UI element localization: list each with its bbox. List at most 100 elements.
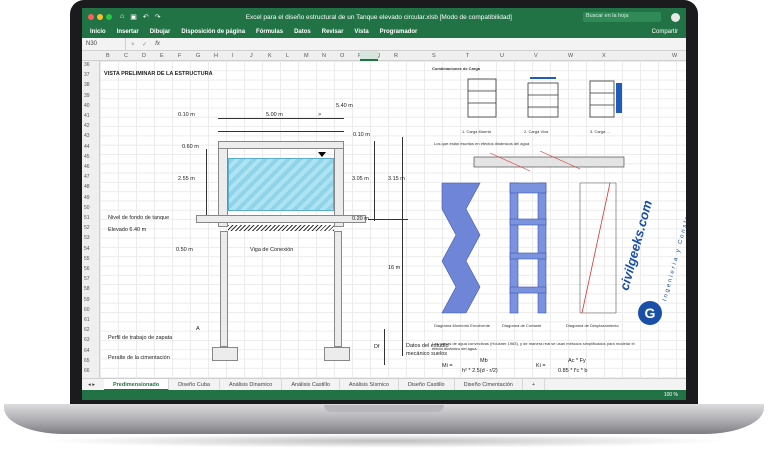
dim-top-right: 5.40 m [336,103,353,109]
row-header[interactable]: 58 [84,286,90,292]
row-header[interactable]: 40 [84,103,90,109]
row-header[interactable]: 56 [84,266,90,272]
search-input[interactable]: Buscar en la hoja [583,12,661,22]
row-header[interactable]: 63 [84,337,90,343]
col-header[interactable]: R [394,53,398,59]
footing-left [212,347,238,361]
dim-line-top [218,118,344,119]
col-header[interactable]: F [178,53,181,59]
sheet-tab-analisis-dinamico[interactable]: Análisis Dinamico [220,378,283,391]
col-header[interactable]: W [672,53,677,59]
col-header[interactable]: D [142,53,146,59]
case-2-label: 2. Carga Viva [524,129,549,134]
sheet-tabs: ◂ ▸ Predimensionado Diseño Cuba Análisis… [82,378,686,391]
col-header[interactable]: V [534,53,538,59]
col-header[interactable]: J [250,53,253,59]
col-header[interactable]: L [286,53,289,59]
col-header[interactable]: X [602,53,606,59]
row-header[interactable]: 64 [84,348,90,354]
label-level-value: Elevado 6.40 m [108,227,147,233]
row-header[interactable]: 48 [84,184,90,190]
col-header[interactable]: N [322,53,326,59]
row-header[interactable]: 60 [84,307,90,313]
tab-insertar[interactable]: Insertar [117,29,139,35]
minimize-window-button[interactable] [97,14,103,20]
sheet-tab-analisis-castillo[interactable]: Análisis Castillo [282,378,340,391]
row-header[interactable]: 47 [84,174,90,180]
row-header[interactable]: 41 [84,113,90,119]
col-header[interactable]: E [160,53,164,59]
col-header[interactable]: O [340,53,344,59]
row-header[interactable]: 45 [84,154,90,160]
add-sheet-button[interactable]: + [523,378,546,391]
col-header[interactable]: M [304,53,309,59]
redo-icon[interactable]: ↷ [155,13,161,21]
save-icon[interactable]: ▣ [130,13,137,21]
col-header[interactable]: K [268,53,272,59]
row-header[interactable]: 38 [84,82,90,88]
row-header[interactable]: 54 [84,246,90,252]
col-header[interactable]: G [196,53,200,59]
caption-displacement: Diagrama de Desplazamiento [566,323,619,328]
user-avatar-icon[interactable] [671,12,680,22]
col-header[interactable]: S [432,53,436,59]
row-header[interactable]: 36 [84,62,90,68]
row-header[interactable]: 55 [84,256,90,262]
formula-bar: N30 × ✓ fx [82,38,686,51]
tab-inicio[interactable]: Inicio [90,29,106,35]
col-header[interactable]: H [214,53,218,59]
zoom-level[interactable]: 100 % [664,392,678,398]
row-header[interactable]: 61 [84,317,90,323]
zoom-window-button[interactable] [106,14,112,20]
row-header[interactable]: 43 [84,133,90,139]
undo-icon[interactable]: ↶ [143,13,149,21]
frame-dead-load [467,78,497,118]
tab-scroll-icons[interactable]: ◂ ▸ [88,382,95,388]
fx-icon[interactable]: fx [155,41,160,47]
tab-datos[interactable]: Datos [294,29,311,35]
sheet-tab-diseno-cuba[interactable]: Diseño Cuba [169,378,220,391]
name-box[interactable]: N30 [82,38,126,50]
row-header[interactable]: 46 [84,164,90,170]
tab-formulas[interactable]: Fórmulas [256,29,283,35]
label-excavation: Perfil de trabajo de zapata [108,335,173,341]
row-header[interactable]: 62 [84,327,90,333]
status-bar: 100 % [82,390,686,400]
row-header[interactable]: 50 [84,205,90,211]
quick-access-toolbar: ⌂ ▣ ↶ ↷ [120,13,161,21]
row-header[interactable]: 37 [84,72,90,78]
tab-dibujar[interactable]: Dibujar [150,29,171,35]
col-header[interactable]: C [124,53,128,59]
home-icon[interactable]: ⌂ [120,13,124,21]
col-header[interactable]: I [232,53,234,59]
close-window-button[interactable] [88,14,94,20]
sheet-tab-predimensionado[interactable]: Predimensionado [104,378,170,391]
dim-line-df [384,329,385,365]
tank-roof [218,141,344,149]
tab-disposicion[interactable]: Disposición de página [181,29,245,35]
col-header[interactable]: T [466,53,469,59]
row-header[interactable]: 57 [84,276,90,282]
row-header[interactable]: 65 [84,358,90,364]
tab-programador[interactable]: Programador [380,29,418,35]
row-header[interactable]: 59 [84,297,90,303]
tab-vista[interactable]: Vista [354,29,368,35]
tab-revisar[interactable]: Revisar [322,29,344,35]
row-header[interactable]: 49 [84,195,90,201]
row-header[interactable]: 66 [84,368,90,374]
sheet-tab-diseno-castillo[interactable]: Diseño Castillo [399,378,455,391]
row-header[interactable]: 53 [84,235,90,241]
row-header[interactable]: 44 [84,144,90,150]
share-button[interactable]: Compartir [652,29,678,35]
dim-tank-total: 3.05 m [352,176,369,182]
col-header[interactable]: B [106,53,110,59]
col-header[interactable]: U [500,53,504,59]
row-header[interactable]: 39 [84,93,90,99]
row-header[interactable]: 42 [84,123,90,129]
sheet-tab-diseno-cimentacion[interactable]: Diseño Cimentación [455,378,523,391]
sheet-tab-analisis-sismico[interactable]: Análisis Sísmico [340,378,399,391]
section-note: Los que están escritos en efectos dinámi… [434,141,530,146]
row-header[interactable]: 52 [84,225,90,231]
col-header[interactable]: W [568,53,573,59]
row-header[interactable]: 51 [84,215,90,221]
